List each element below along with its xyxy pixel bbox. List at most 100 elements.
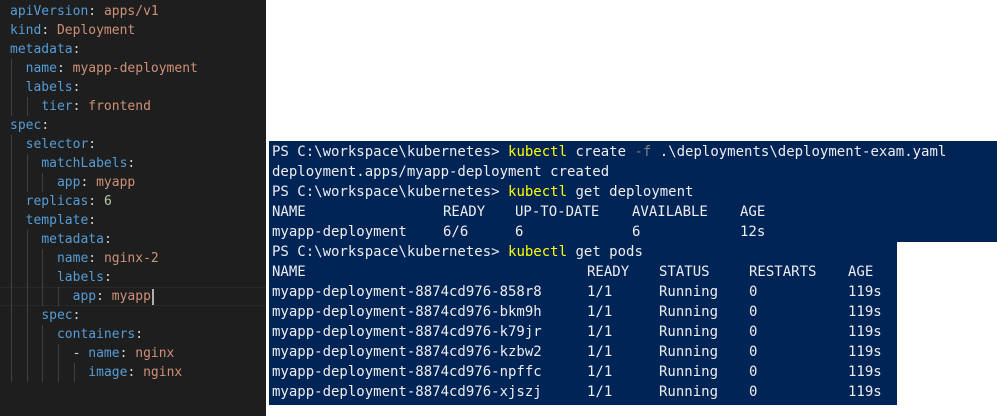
table-cell: Running bbox=[659, 384, 719, 400]
yaml-editor-pane[interactable]: apiVersion: apps/v1 kind: Deployment metad… bbox=[0, 0, 266, 416]
table-cell: 6 bbox=[515, 224, 524, 240]
yaml-token: - bbox=[72, 346, 89, 361]
indent-guide bbox=[26, 306, 28, 325]
table-cell: 1/1 bbox=[587, 384, 613, 400]
indent-guide bbox=[26, 249, 28, 268]
yaml-line[interactable]: spec: bbox=[10, 116, 49, 135]
table-cell: Running bbox=[659, 344, 719, 360]
indent-guide bbox=[42, 287, 44, 306]
yaml-line[interactable]: labels: bbox=[26, 78, 81, 97]
table-cell: Running bbox=[659, 324, 719, 340]
indent-guide bbox=[42, 344, 44, 363]
yaml-token: : bbox=[41, 118, 50, 133]
yaml-token: nginx bbox=[143, 365, 183, 380]
terminal-command-line[interactable]: PS C:\workspace\kubernetes> kubectl get … bbox=[272, 242, 643, 262]
yaml-token: : bbox=[103, 232, 112, 247]
column-header: AGE bbox=[740, 204, 766, 220]
table-cell: 1/1 bbox=[587, 304, 613, 320]
yaml-token: : bbox=[56, 61, 73, 76]
prompt-text: PS C:\workspace\kubernetes> bbox=[272, 184, 509, 200]
table-row: myapp-deployment-8874cd976-bkm9h 1/1 Runni… bbox=[272, 302, 992, 322]
indent-guide bbox=[11, 211, 12, 230]
yaml-line[interactable]: image: nginx bbox=[88, 363, 182, 382]
yaml-token: name bbox=[25, 61, 57, 76]
yaml-token: : bbox=[88, 137, 97, 152]
yaml-line[interactable]: app: myapp bbox=[57, 173, 135, 192]
yaml-token: apps/v1 bbox=[103, 4, 159, 19]
command-args: get pods bbox=[567, 244, 643, 260]
yaml-token: myapp-deployment bbox=[72, 61, 198, 76]
yaml-token: 6 bbox=[103, 194, 112, 209]
yaml-token: metadata bbox=[41, 232, 104, 247]
yaml-line[interactable]: containers: bbox=[57, 325, 143, 344]
command-name: kubectl bbox=[508, 144, 568, 160]
command-args: create bbox=[567, 144, 635, 160]
yaml-line[interactable]: replicas: 6 bbox=[26, 192, 112, 211]
indent-guide bbox=[42, 173, 44, 192]
yaml-line[interactable]: app: myapp bbox=[73, 287, 151, 306]
terminal-output-line: deployment.apps/myapp-deployment created bbox=[272, 164, 610, 180]
table-cell: 6/6 bbox=[443, 224, 469, 240]
yaml-line[interactable]: metadata: bbox=[41, 230, 111, 249]
indent-guide bbox=[11, 230, 12, 249]
yaml-line[interactable]: name: myapp-deployment bbox=[26, 59, 198, 78]
yaml-token: containers bbox=[56, 327, 136, 342]
indent-guide bbox=[11, 135, 12, 154]
column-header: AVAILABLE bbox=[632, 204, 708, 220]
yaml-line[interactable]: spec: bbox=[41, 306, 80, 325]
yaml-line[interactable]: kind: Deployment bbox=[10, 21, 135, 40]
table-cell: 6 bbox=[632, 224, 641, 240]
table-cell: 0 bbox=[749, 284, 758, 300]
terminal-command-line[interactable]: PS C:\workspace\kubernetes> kubectl get … bbox=[272, 182, 693, 202]
table-cell: 0 bbox=[749, 384, 758, 400]
yaml-line[interactable]: tier: frontend bbox=[41, 97, 151, 116]
yaml-line[interactable]: selector: bbox=[26, 135, 96, 154]
table-cell: 1/1 bbox=[587, 364, 613, 380]
indent-guide bbox=[26, 344, 28, 363]
table-cell: myapp-deployment-8874cd976-kzbw2 bbox=[272, 344, 542, 360]
yaml-token: : bbox=[72, 42, 81, 57]
yaml-token: myapp bbox=[96, 175, 136, 190]
prompt-text: PS C:\workspace\kubernetes> bbox=[272, 244, 509, 260]
yaml-line[interactable]: name: nginx-2 bbox=[57, 249, 159, 268]
table-cell: 119s bbox=[848, 384, 882, 400]
yaml-line[interactable]: metadata: bbox=[10, 40, 80, 59]
table-cell: myapp-deployment bbox=[272, 224, 407, 240]
yaml-token: : bbox=[72, 308, 81, 323]
indent-guide bbox=[11, 59, 12, 78]
yaml-line[interactable]: matchLabels: bbox=[41, 154, 135, 173]
table-cell: Running bbox=[659, 304, 719, 320]
yaml-token: spec bbox=[41, 308, 73, 323]
yaml-token: matchLabels bbox=[41, 156, 128, 171]
yaml-line[interactable]: - name: nginx bbox=[73, 344, 175, 363]
yaml-line[interactable]: apiVersion: apps/v1 bbox=[10, 2, 159, 21]
yaml-token: frontend bbox=[88, 99, 151, 114]
indent-guide bbox=[57, 363, 59, 382]
command-name: kubectl bbox=[508, 184, 568, 200]
table-cell: 1/1 bbox=[587, 284, 613, 300]
indent-guide bbox=[11, 363, 12, 382]
indent-guide bbox=[11, 78, 12, 97]
terminal-command-line[interactable]: PS C:\workspace\kubernetes> kubectl crea… bbox=[272, 142, 946, 162]
command-args: get deployment bbox=[567, 184, 694, 200]
indent-guide bbox=[11, 268, 12, 287]
indent-guide bbox=[26, 287, 28, 306]
column-header: AGE bbox=[848, 264, 874, 280]
yaml-token: : bbox=[119, 346, 136, 361]
command-flag: -f bbox=[634, 144, 652, 160]
yaml-token: : bbox=[72, 80, 81, 95]
table-cell: 119s bbox=[848, 284, 882, 300]
indent-guide bbox=[42, 249, 44, 268]
yaml-token: replicas bbox=[25, 194, 89, 209]
yaml-line[interactable]: template: bbox=[26, 211, 96, 230]
yaml-token: template bbox=[25, 213, 89, 228]
column-header: READY bbox=[443, 204, 486, 220]
column-header: NAME bbox=[272, 264, 306, 280]
yaml-token: : bbox=[135, 327, 144, 342]
yaml-token: myapp bbox=[111, 289, 151, 304]
command-name: kubectl bbox=[508, 244, 568, 260]
column-header: RESTARTS bbox=[749, 264, 817, 280]
yaml-token: name bbox=[88, 346, 120, 361]
yaml-line[interactable]: labels: bbox=[57, 268, 112, 287]
indent-guide bbox=[42, 268, 44, 287]
